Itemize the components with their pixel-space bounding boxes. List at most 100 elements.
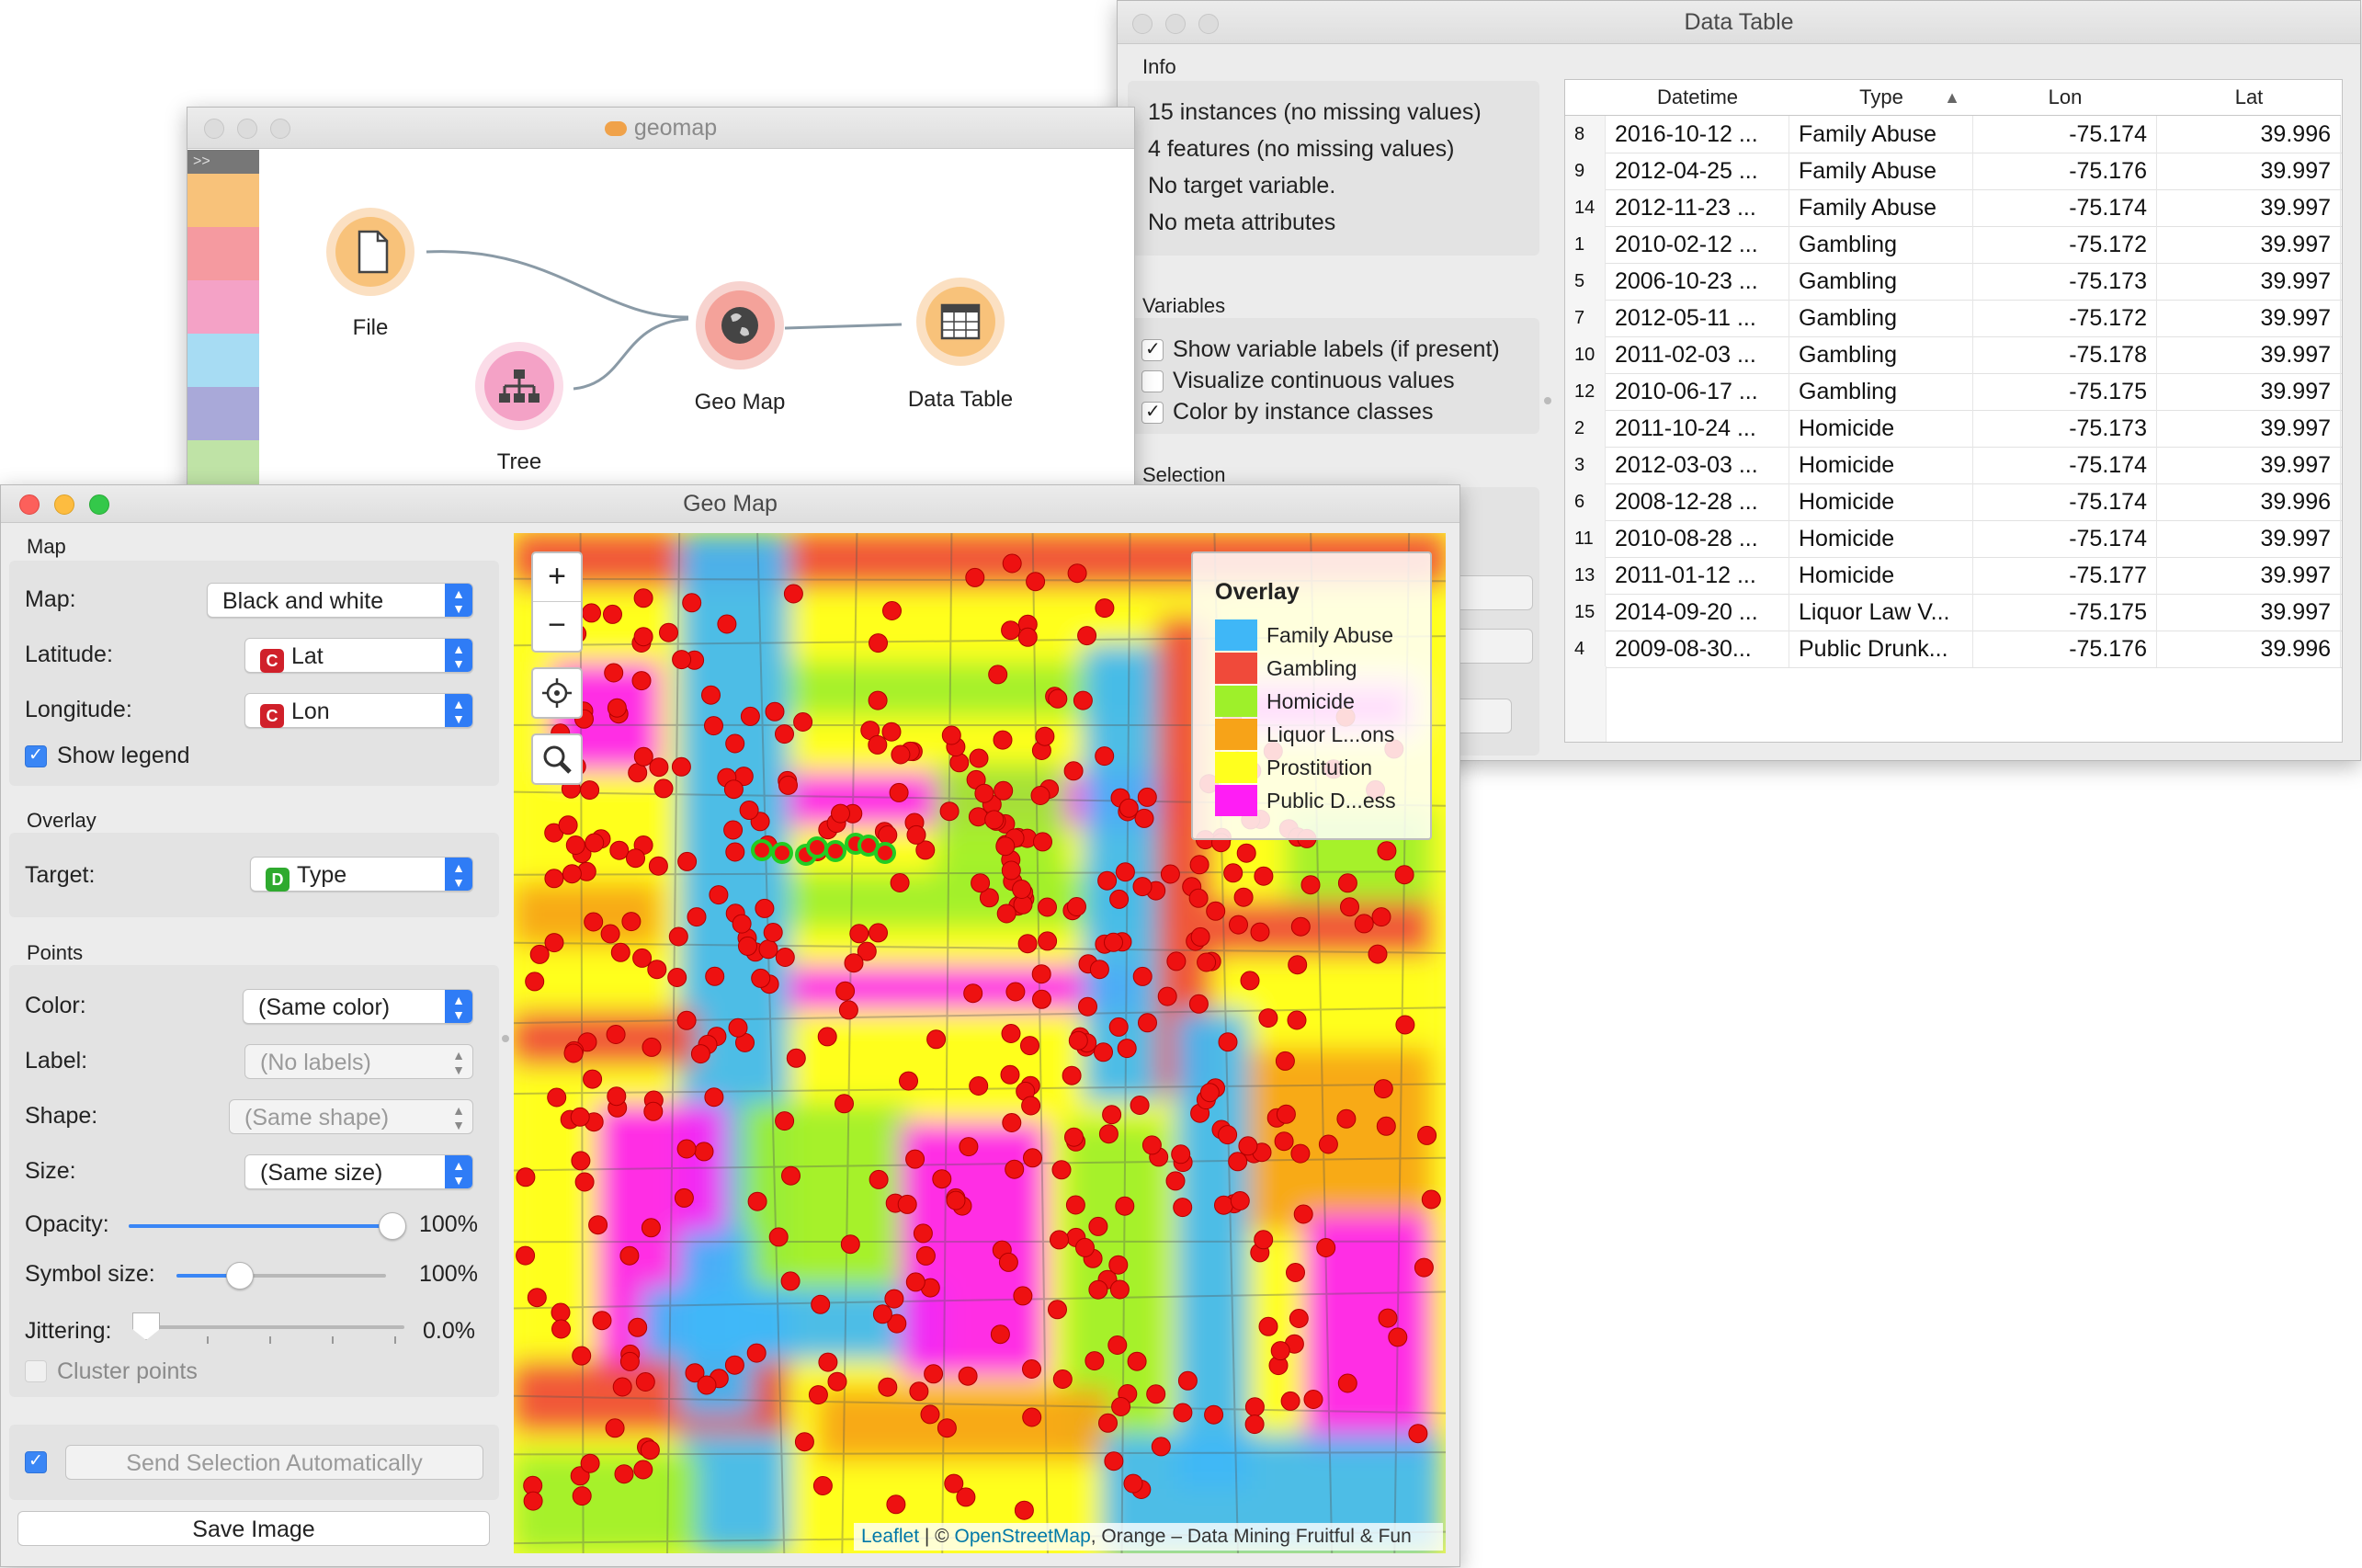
table-row[interactable]: 4 2009-08-30... Public Drunk... -75.176 39.9… [1565, 631, 2342, 668]
openstreetmap-link[interactable]: OpenStreetMap [955, 1526, 1091, 1547]
table-row[interactable]: 1 2010-02-12 ... Gambling -75.172 39.997 [1565, 226, 2342, 264]
table-row[interactable]: 13 2011-01-12 ... Homicide -75.177 39.997 [1565, 557, 2342, 595]
selection-button-3[interactable] [1452, 699, 1512, 733]
show-legend-label: Show legend [57, 743, 190, 768]
latitude-select[interactable]: C Lat ▲ ▼ [244, 638, 473, 673]
crosshair-icon [542, 678, 572, 708]
legend-swatch [1215, 785, 1257, 816]
opacity-slider[interactable] [129, 1211, 406, 1240]
size-select[interactable]: (Same size) ▲ ▼ [244, 1154, 473, 1189]
cell-type: Liquor Law V... [1789, 594, 1973, 631]
table-row[interactable]: 5 2006-10-23 ... Gambling -75.173 39.997 [1565, 263, 2342, 301]
zoom-to-fit-button[interactable] [531, 733, 583, 785]
cell-type: Family Abuse [1789, 153, 1973, 189]
data-table[interactable]: Datetime Type ▲ Lon Lat 8 2016-10-12 ... F… [1564, 79, 2343, 743]
cell-lat: 39.996 [2157, 631, 2341, 667]
cell-idx: 11 [1565, 520, 1606, 557]
header-type-label: Type [1859, 85, 1903, 108]
table-row[interactable]: 6 2008-12-28 ... Homicide -75.174 39.996 [1565, 483, 2342, 521]
table-row[interactable]: 12 2010-06-17 ... Gambling -75.175 39.997 [1565, 373, 2342, 411]
cell-lon: -75.176 [1973, 631, 2157, 667]
cell-lat: 39.997 [2157, 153, 2341, 189]
longitude-select[interactable]: C Lon ▲ ▼ [244, 693, 473, 728]
data-table-titlebar[interactable]: Data Table [1118, 1, 2360, 44]
map-style-select[interactable]: Black and white ▲ ▼ [207, 583, 473, 618]
jittering-label: Jittering: [25, 1318, 112, 1344]
cell-datetime: 2016-10-12 ... [1606, 116, 1789, 153]
opacity-slider-handle[interactable] [379, 1212, 406, 1240]
geo-map-node[interactable] [696, 281, 784, 369]
table-row[interactable]: 3 2012-03-03 ... Homicide -75.174 39.997 [1565, 447, 2342, 484]
cell-lat: 39.997 [2157, 373, 2341, 410]
cell-lat: 39.997 [2157, 557, 2341, 594]
selection-button-1[interactable] [1452, 575, 1533, 610]
geo-map-titlebar[interactable]: Geo Map [1, 485, 1459, 523]
zoom-control: + − [531, 551, 583, 653]
header-type[interactable]: Type ▲ [1789, 80, 1974, 116]
cell-idx: 2 [1565, 410, 1606, 447]
cell-lon: -75.172 [1973, 300, 2157, 336]
cluster-points-checkbox[interactable] [25, 1360, 47, 1382]
file-icon [358, 230, 389, 274]
cell-idx: 5 [1565, 263, 1606, 300]
cell-idx: 12 [1565, 373, 1606, 410]
table-row[interactable]: 11 2010-08-28 ... Homicide -75.174 39.997 [1565, 520, 2342, 558]
header-datetime[interactable]: Datetime [1606, 80, 1790, 116]
visualize-continuous-checkbox[interactable] [1141, 370, 1164, 392]
selection-button-2[interactable] [1452, 629, 1533, 664]
legend-item: Prostitution [1215, 752, 1426, 783]
chevron-updown-icon: ▲ ▼ [445, 639, 472, 672]
zoom-out-button[interactable]: − [533, 602, 581, 650]
overlay-section-label: Overlay [27, 809, 97, 832]
cell-type: Gambling [1789, 300, 1973, 336]
label-value: (No labels) [260, 1050, 371, 1075]
splitter-handle[interactable] [1544, 397, 1551, 404]
table-row[interactable]: 7 2012-05-11 ... Gambling -75.172 39.997 [1565, 300, 2342, 337]
show-legend-checkbox[interactable] [25, 744, 47, 767]
table-row[interactable]: 10 2011-02-03 ... Gambling -75.178 39.997 [1565, 336, 2342, 374]
color-select[interactable]: (Same color) ▲ ▼ [243, 989, 473, 1024]
table-row[interactable]: 9 2012-04-25 ... Family Abuse -75.176 39.997 [1565, 153, 2342, 190]
label-select[interactable]: (No labels) ▲ ▼ [244, 1044, 473, 1079]
jittering-slider[interactable] [132, 1312, 408, 1349]
header-lat[interactable]: Lat [2157, 80, 2341, 116]
leaflet-link[interactable]: Leaflet [861, 1526, 919, 1547]
continuous-var-icon: C [260, 704, 284, 728]
zoom-in-button[interactable]: + [533, 553, 581, 602]
cell-lon: -75.174 [1973, 447, 2157, 483]
table-row[interactable]: 15 2014-09-20 ... Liquor Law V... -75.175 39… [1565, 594, 2342, 631]
show-variable-labels-checkbox[interactable] [1141, 337, 1164, 361]
data-table-node[interactable] [916, 278, 1005, 366]
file-node[interactable] [326, 208, 414, 296]
shape-select[interactable]: (Same shape) ▲ ▼ [229, 1099, 473, 1134]
cell-lon: -75.174 [1973, 520, 2157, 557]
color-by-class-checkbox[interactable] [1141, 400, 1164, 424]
cell-lon: -75.173 [1973, 263, 2157, 300]
send-selection-button[interactable]: Send Selection Automatically [65, 1445, 483, 1480]
header-lon[interactable]: Lon [1973, 80, 2158, 116]
save-image-button[interactable]: Save Image [17, 1511, 490, 1546]
cell-datetime: 2011-01-12 ... [1606, 557, 1789, 594]
info-target: No target variable. [1148, 173, 1336, 199]
legend-label: Public D...ess [1266, 789, 1396, 812]
map-label: Map: [25, 586, 76, 612]
cluster-points-label: Cluster points [57, 1358, 198, 1384]
table-row[interactable]: 8 2016-10-12 ... Family Abuse -75.174 39.996 [1565, 116, 2342, 153]
attribution-separator: | © [919, 1526, 955, 1547]
tree-node[interactable] [475, 342, 563, 430]
latitude-label: Latitude: [25, 642, 113, 667]
symbol-size-slider[interactable] [176, 1261, 397, 1290]
splitter-handle[interactable] [502, 1035, 509, 1042]
recenter-button[interactable] [531, 667, 583, 719]
legend-label: Family Abuse [1266, 623, 1394, 647]
legend-swatch [1215, 719, 1257, 750]
cell-idx: 4 [1565, 631, 1606, 667]
info-box: 15 instances (no missing values) 4 featu… [1128, 81, 1539, 256]
table-row[interactable]: 2 2011-10-24 ... Homicide -75.173 39.997 [1565, 410, 2342, 448]
cell-lat: 39.997 [2157, 336, 2341, 373]
table-row[interactable]: 14 2012-11-23 ... Family Abuse -75.174 39.99… [1565, 189, 2342, 227]
target-select[interactable]: D Type ▲ ▼ [250, 857, 473, 892]
send-automatically-checkbox[interactable] [25, 1450, 47, 1473]
legend-label: Homicide [1266, 689, 1355, 713]
symbol-size-slider-handle[interactable] [225, 1262, 254, 1290]
